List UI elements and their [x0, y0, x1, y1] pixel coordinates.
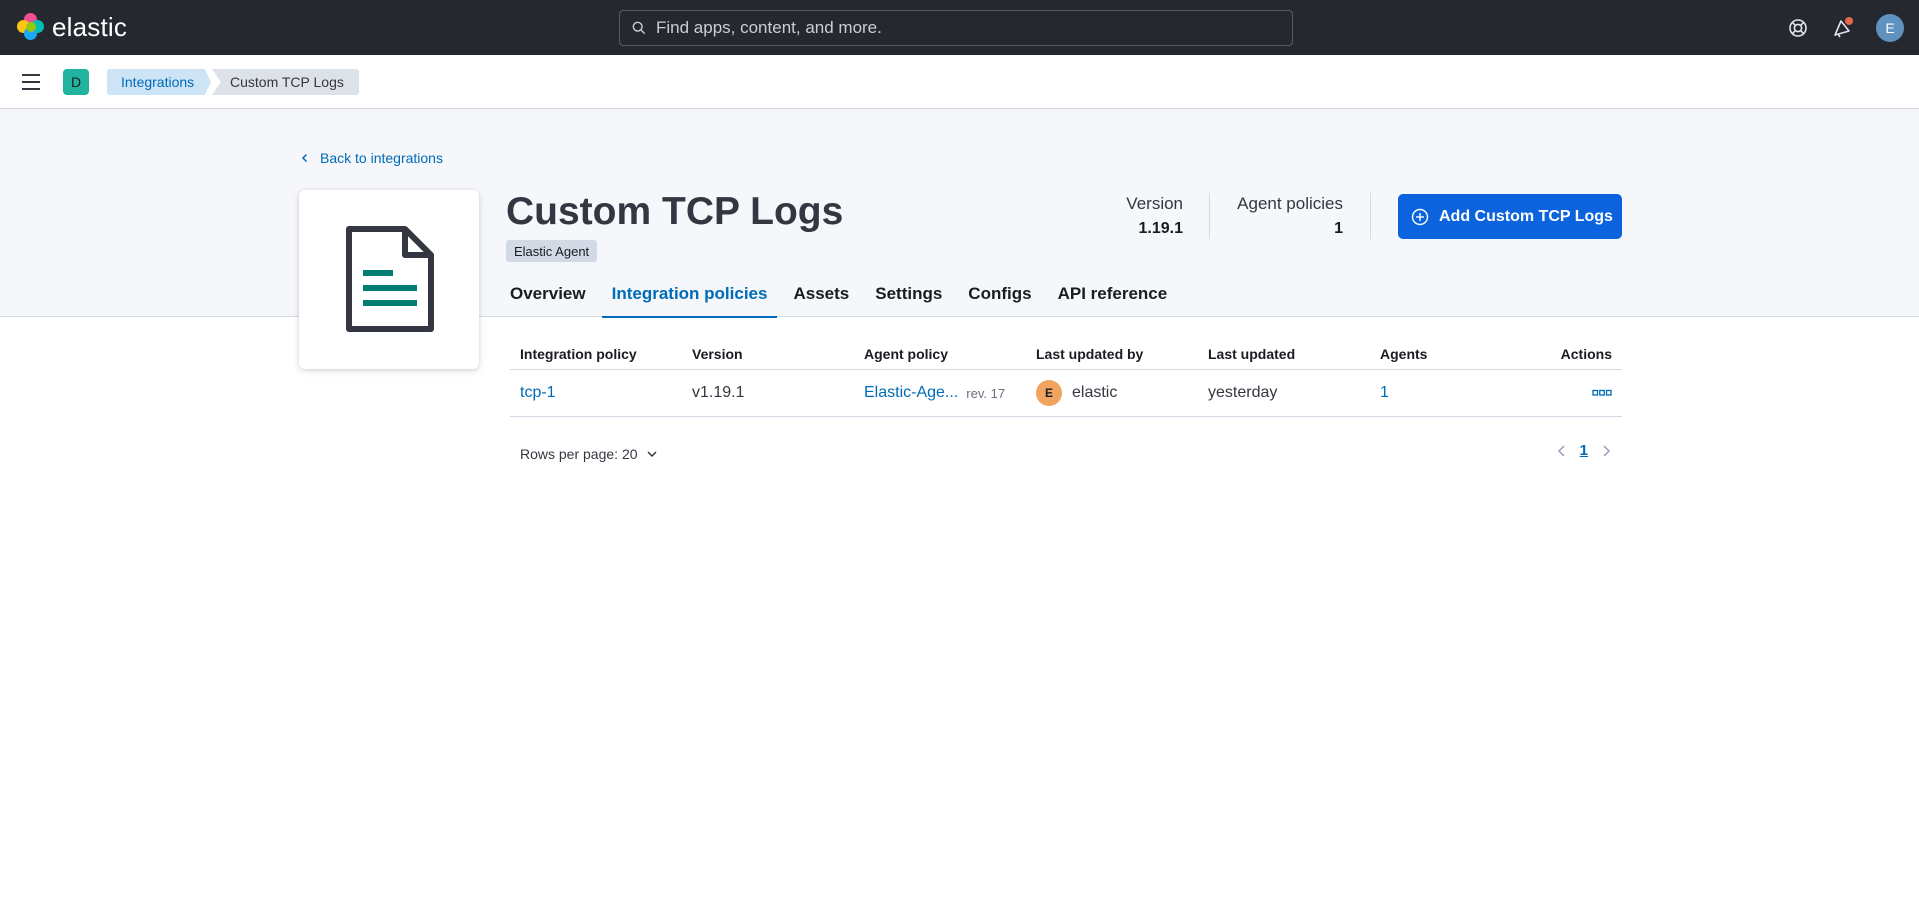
tab-settings[interactable]: Settings [865, 274, 952, 318]
pagination-bar: Rows per page: 20 1 [510, 442, 1622, 466]
top-header: elastic E [0, 0, 1919, 55]
column-header[interactable]: Agent policy [854, 346, 1026, 362]
column-header[interactable]: Agents [1370, 346, 1490, 362]
version-meta: Version 1.19.1 [1126, 194, 1183, 238]
chevron-left-icon[interactable] [1556, 444, 1568, 458]
rows-per-page-selector[interactable]: Rows per page: 20 [520, 446, 658, 462]
chevron-left-icon [301, 153, 308, 163]
more-actions-icon[interactable] [1592, 389, 1612, 397]
meta-divider [1209, 193, 1210, 239]
user-avatar-menu[interactable]: E [1876, 14, 1904, 42]
agents-count-link[interactable]: 1 [1380, 384, 1389, 401]
elastic-logo[interactable]: elastic [17, 13, 127, 41]
chevron-down-icon [647, 451, 657, 458]
help-icon[interactable] [1786, 16, 1810, 40]
integration-icon-card [299, 190, 479, 369]
column-header[interactable]: Last updated by [1026, 346, 1198, 362]
news-feed-icon[interactable] [1831, 16, 1855, 40]
breadcrumb-current: Custom TCP Logs [212, 69, 359, 95]
logo-text: elastic [52, 12, 128, 42]
avatar: E [1036, 380, 1062, 406]
tab-overview[interactable]: Overview [500, 274, 596, 318]
notification-dot [1845, 17, 1853, 25]
space-selector[interactable]: D [63, 69, 89, 95]
back-link-label: Back to integrations [320, 150, 443, 166]
tab-bar: Overview Integration policies Assets Set… [500, 274, 1183, 318]
agent-policies-meta: Agent policies 1 [1237, 194, 1343, 238]
agent-policies-label: Agent policies [1237, 194, 1343, 213]
rows-per-page-label: Rows per page: 20 [520, 446, 638, 462]
table-header: Integration policy Version Agent policy … [510, 338, 1622, 370]
revision-label: rev. 17 [966, 385, 1006, 401]
agent-policy-link[interactable]: Elastic-Age... [864, 384, 958, 402]
version-value: 1.19.1 [1138, 220, 1183, 237]
last-updated: yesterday [1208, 384, 1278, 401]
tab-configs[interactable]: Configs [958, 274, 1041, 318]
table-row: tcp-1 v1.19.1 Elastic-Age... rev. 17 E e… [510, 370, 1622, 417]
back-to-integrations-link[interactable]: Back to integrations [300, 150, 443, 166]
page-number-current[interactable]: 1 [1580, 442, 1588, 459]
meta-divider [1370, 193, 1371, 239]
page-title: Custom TCP Logs [506, 190, 844, 233]
pager: 1 [1556, 442, 1612, 459]
tab-integration-policies[interactable]: Integration policies [601, 274, 778, 318]
search-icon [632, 21, 646, 35]
agent-policies-value: 1 [1334, 220, 1343, 237]
integration-policies-table: Integration policy Version Agent policy … [510, 338, 1622, 417]
breadcrumb-integrations[interactable]: Integrations [107, 69, 211, 95]
document-icon [346, 225, 434, 332]
menu-toggle-icon[interactable] [20, 71, 44, 93]
add-button-label: Add Custom TCP Logs [1439, 207, 1613, 225]
column-header[interactable]: Last updated [1198, 346, 1370, 362]
tab-assets[interactable]: Assets [783, 274, 859, 318]
column-header: Actions [1560, 345, 1612, 362]
version-label: Version [1126, 194, 1183, 213]
policy-version: v1.19.1 [692, 384, 745, 401]
plus-in-circle-icon [1411, 208, 1429, 225]
breadcrumb-bar: D Integrations Custom TCP Logs [0, 55, 1919, 109]
elastic-logo-icon [17, 13, 45, 41]
search-input[interactable] [656, 18, 1256, 38]
global-search[interactable] [619, 10, 1293, 46]
chevron-right-icon[interactable] [1600, 444, 1612, 458]
tab-api-reference[interactable]: API reference [1048, 274, 1178, 318]
policy-name-link[interactable]: tcp-1 [520, 384, 556, 401]
updated-by-user: elastic [1072, 384, 1118, 401]
elastic-agent-badge: Elastic Agent [506, 240, 598, 262]
column-header[interactable]: Version [682, 346, 854, 362]
column-header[interactable]: Integration policy [510, 346, 682, 362]
add-integration-button[interactable]: Add Custom TCP Logs [1398, 194, 1622, 239]
